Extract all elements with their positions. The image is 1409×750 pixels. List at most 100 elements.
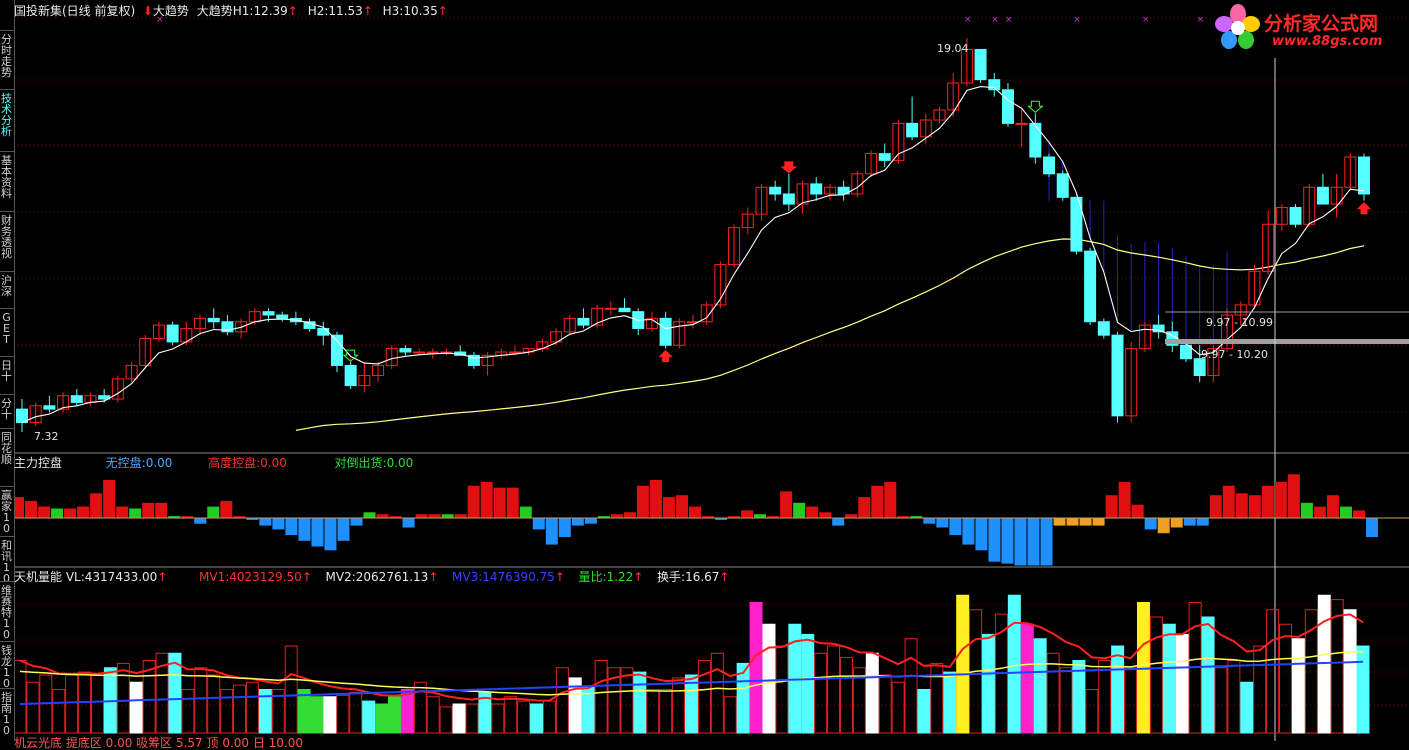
sidebar-tab[interactable]: 维赛特10 bbox=[0, 585, 13, 640]
control-bar bbox=[194, 518, 207, 524]
control-bar bbox=[324, 518, 337, 551]
range-label-1: 9.97 - 10.99 bbox=[1206, 316, 1273, 329]
volume-bar bbox=[594, 660, 608, 734]
no-control-label: 无控盘: bbox=[105, 456, 146, 470]
volume-bar bbox=[827, 645, 841, 734]
volume-bar bbox=[1266, 609, 1280, 734]
control-bar bbox=[1001, 518, 1014, 564]
sidebar-divider bbox=[0, 486, 14, 487]
sidebar-tab[interactable]: 同花顺 bbox=[0, 432, 13, 465]
arrow-up-icon bbox=[658, 349, 673, 363]
sidebar-tab[interactable]: GET bbox=[0, 312, 13, 345]
control-bar bbox=[689, 506, 701, 518]
volume-bar bbox=[943, 671, 957, 734]
volume-bar bbox=[233, 684, 247, 734]
control-bar bbox=[1040, 518, 1053, 566]
sidebar-tab[interactable]: 分十 bbox=[0, 398, 13, 420]
sidebar-tab[interactable]: 技术分析 bbox=[0, 93, 13, 137]
control-bar bbox=[936, 518, 949, 528]
candle-body bbox=[1289, 206, 1302, 225]
volume-bar bbox=[1356, 645, 1370, 734]
candle-body bbox=[782, 193, 795, 205]
control-bar bbox=[25, 500, 38, 518]
control-bar bbox=[1261, 485, 1274, 518]
candle-body bbox=[1097, 321, 1110, 336]
candle-body bbox=[659, 317, 672, 346]
high-price-label: 19.04 bbox=[937, 42, 969, 55]
volume-bar bbox=[1033, 638, 1047, 734]
chart-canvas[interactable]: ×××××××× bbox=[0, 0, 1409, 741]
control-bar bbox=[1144, 518, 1157, 530]
sidebar-tab[interactable]: 分时走势 bbox=[0, 34, 13, 78]
sidebar-divider bbox=[0, 641, 14, 642]
volume-bar bbox=[220, 689, 234, 734]
volume-bar bbox=[982, 633, 996, 734]
control-bar bbox=[1066, 518, 1079, 526]
control-header: 主力控盘 无控盘:0.00 高度控盘:0.00 对倒出货:0.00 bbox=[14, 456, 413, 470]
flower-logo-icon bbox=[1215, 4, 1260, 49]
volume-bar bbox=[284, 645, 298, 734]
volume-bar bbox=[375, 703, 389, 734]
stock-chart-window: ×××××××× 分时走势技术分析基本资料财务透视沪深 GET 日十分十同花顺赢家1… bbox=[0, 0, 1409, 750]
sidebar-divider bbox=[0, 581, 14, 582]
candle-body bbox=[426, 351, 439, 354]
volume-bar bbox=[1227, 660, 1241, 734]
arrow-down-icon bbox=[780, 161, 798, 174]
sidebar-tab[interactable]: 财务透视 bbox=[0, 215, 13, 259]
volume-bar bbox=[1343, 609, 1357, 734]
signal-x-marker: × bbox=[1197, 15, 1205, 25]
candle-body bbox=[413, 351, 426, 354]
sidebar-tab[interactable]: 指南10 bbox=[0, 692, 13, 736]
volume-ratio-value: 1.22 bbox=[606, 570, 634, 584]
sidebar-tab[interactable]: 钱龙10 bbox=[0, 645, 13, 689]
volume-bar bbox=[620, 667, 634, 734]
control-bar bbox=[1079, 518, 1092, 526]
control-bar bbox=[480, 481, 493, 518]
volume-bar bbox=[413, 681, 427, 734]
sidebar-tab[interactable]: 日十 bbox=[0, 360, 13, 382]
control-bar bbox=[923, 518, 936, 524]
volume-bar bbox=[504, 696, 518, 734]
indicator-name: 大趋势 bbox=[152, 4, 189, 18]
control-bar bbox=[1183, 518, 1196, 526]
control-bar bbox=[806, 506, 819, 518]
control-bar bbox=[1248, 495, 1261, 518]
control-bar bbox=[1326, 495, 1339, 518]
candle-body bbox=[1358, 156, 1370, 195]
candle-body bbox=[974, 48, 987, 81]
high-control-label: 高度控盘: bbox=[208, 456, 261, 470]
candle-body bbox=[1043, 156, 1056, 175]
volume-bar bbox=[1124, 667, 1138, 734]
volume-bar bbox=[129, 681, 143, 734]
candle-body bbox=[618, 307, 631, 313]
dump-label: 对倒出货: bbox=[334, 456, 387, 470]
control-bar bbox=[1274, 481, 1287, 518]
control-bar bbox=[506, 487, 519, 518]
sidebar-tab[interactable]: 沪深 bbox=[0, 275, 13, 297]
volume-bar bbox=[878, 674, 892, 734]
dump-value: 0.00 bbox=[386, 456, 414, 470]
candle-body bbox=[810, 183, 823, 195]
sidebar-tab[interactable]: 赢家10 bbox=[0, 490, 13, 534]
control-bar bbox=[363, 512, 376, 518]
sidebar-divider bbox=[0, 89, 14, 90]
sidebar-tab[interactable]: 基本资料 bbox=[0, 155, 13, 199]
volume-bar bbox=[207, 674, 221, 734]
candle-body bbox=[508, 351, 521, 354]
price-header: 国投新集(日线 前复权) ⬇大趋势 大趋势H1:12.39↑ H2:11.53↑… bbox=[14, 4, 448, 18]
volume-bar bbox=[26, 681, 40, 734]
sidebar-tab[interactable]: 和讯10 bbox=[0, 540, 13, 584]
volume-bar bbox=[1201, 616, 1215, 734]
control-bar bbox=[311, 518, 324, 547]
vl-label: VL: bbox=[65, 570, 85, 584]
support-band bbox=[1165, 339, 1409, 344]
control-bar bbox=[962, 518, 975, 545]
control-bar bbox=[454, 514, 467, 518]
sidebar-divider bbox=[0, 688, 14, 689]
brand-url[interactable]: www.88gs.com bbox=[1272, 34, 1382, 49]
arrow-up-icon: ↑ bbox=[157, 570, 168, 584]
volume-title: 天机量能 bbox=[14, 570, 63, 584]
volume-bar bbox=[387, 696, 401, 734]
sidebar-divider bbox=[0, 271, 14, 272]
volume-bar bbox=[775, 645, 789, 734]
